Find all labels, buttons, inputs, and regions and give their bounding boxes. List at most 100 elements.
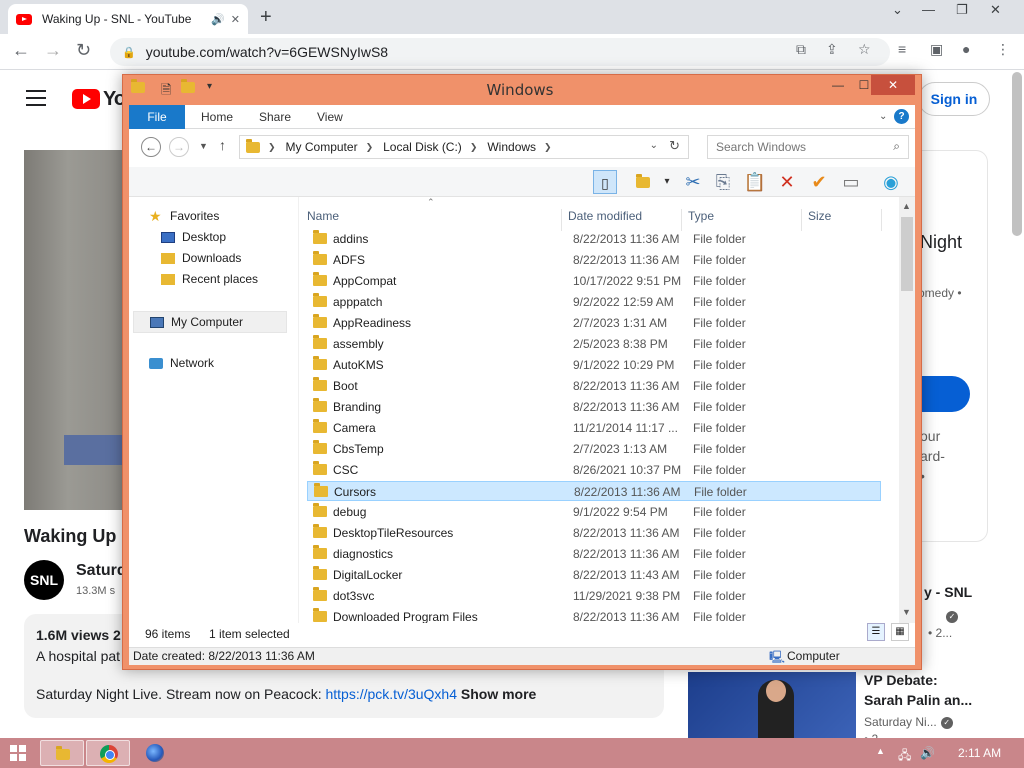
reload-icon[interactable]: ↻ [76, 40, 91, 61]
tab-file[interactable]: File [129, 105, 185, 129]
forward-icon[interactable]: → [44, 40, 62, 61]
details-view-icon[interactable]: ☰ [867, 623, 885, 641]
breadcrumb-my-computer[interactable]: My Computer [286, 140, 358, 154]
explorer-close-icon[interactable]: ✕ [871, 75, 915, 95]
youtube-logo-icon[interactable] [72, 89, 100, 109]
minimize-icon[interactable]: — [922, 2, 935, 17]
menu-kebab-icon[interactable]: ⋮ [996, 41, 1010, 58]
rename-check-icon[interactable]: ✔ [807, 170, 831, 194]
share-icon[interactable]: ⇪ [826, 41, 838, 58]
lock-icon[interactable]: 🔒 [122, 46, 136, 59]
related-video-thumbnail[interactable] [688, 672, 856, 742]
delete-icon[interactable]: ✕ [775, 170, 799, 194]
side-panel-icon[interactable]: ▣ [930, 41, 943, 58]
open-in-app-icon[interactable]: ⧉ [796, 41, 806, 58]
media-control-icon[interactable]: ≡ [898, 41, 906, 57]
file-row[interactable]: assembly 2/5/2023 8:38 PM File folder [307, 334, 881, 354]
file-row[interactable]: DigitalLocker 8/22/2013 11:43 AM File fold… [307, 565, 881, 585]
network-globe-icon[interactable]: ◉ [879, 170, 903, 194]
nav-recent-places[interactable]: Recent places [161, 272, 258, 286]
close-window-icon[interactable]: ✕ [990, 2, 1001, 18]
taskbar-firefox[interactable] [132, 740, 176, 766]
file-row[interactable]: DesktopTileResources 8/22/2013 11:36 AM Fi… [307, 523, 881, 543]
bookmark-star-icon[interactable]: ☆ [858, 41, 871, 58]
cut-icon[interactable]: ✂ [681, 170, 705, 194]
channel-name[interactable]: Saturd [76, 562, 127, 580]
restore-icon[interactable]: ❐ [956, 2, 968, 18]
peacock-link[interactable]: https://pck.tv/3uQxh4 [325, 686, 457, 702]
search-icon[interactable]: ⌕ [893, 139, 900, 154]
related-video-title[interactable]: VP Debate: Sarah Palin an... [864, 670, 972, 710]
scroll-down-icon[interactable]: ▼ [902, 607, 911, 617]
clock[interactable]: 2:11 AM [958, 746, 1001, 760]
properties-folder-icon[interactable] [631, 170, 655, 194]
address-bar[interactable]: 🔒 youtube.com/watch?v=6GEWSNyIwS8 [110, 38, 890, 66]
scroll-up-icon[interactable]: ▲ [902, 201, 911, 211]
paste-icon[interactable]: 📋 [743, 170, 767, 194]
taskbar-explorer[interactable] [40, 740, 84, 766]
hamburger-menu-icon[interactable] [26, 90, 46, 111]
file-row[interactable]: Boot 8/22/2013 11:36 AM File folder [307, 376, 881, 396]
nav-downloads[interactable]: Downloads [161, 251, 241, 265]
file-row[interactable]: CbsTemp 2/7/2023 1:13 AM File folder [307, 439, 881, 459]
refresh-icon[interactable]: ↻ [669, 138, 680, 154]
copy-icon[interactable]: ⎘ [711, 170, 735, 194]
column-date-modified[interactable]: Date modified [568, 209, 642, 223]
file-row[interactable]: apppatch 9/2/2022 12:59 AM File folder [307, 292, 881, 312]
related-video-title[interactable]: y - SNL [924, 584, 972, 600]
up-icon[interactable]: ↑ [219, 137, 226, 153]
column-size[interactable]: Size [808, 209, 831, 223]
breadcrumb-separator-icon[interactable]: ❯ [470, 142, 478, 153]
explorer-titlebar[interactable]: 🗎 ▾ Windows — ☐ ✕ [123, 75, 921, 105]
breadcrumb-separator-icon[interactable]: ❯ [268, 142, 276, 153]
file-row[interactable]: AppCompat 10/17/2022 9:51 PM File folder [307, 271, 881, 291]
new-window-icon[interactable]: ▭ [839, 170, 863, 194]
file-row[interactable]: dot3svc 11/29/2021 9:38 PM File folder [307, 586, 881, 606]
properties-dropdown-icon[interactable]: ▾ [655, 170, 679, 194]
tab-view[interactable]: View [317, 105, 343, 129]
address-dropdown-icon[interactable]: ⌄ [650, 140, 658, 151]
search-input[interactable]: Search Windows ⌕ [707, 135, 909, 159]
ribbon-expand-icon[interactable]: ⌄ [879, 105, 887, 129]
channel-avatar[interactable]: SNL [24, 560, 64, 600]
tray-expand-icon[interactable]: ▲ [876, 746, 885, 756]
tab-close-icon[interactable]: ✕ [231, 13, 240, 26]
recent-locations-icon[interactable]: ▼ [199, 141, 208, 151]
file-row[interactable]: CSC 8/26/2021 10:37 PM File folder [307, 460, 881, 480]
profile-icon[interactable]: ● [962, 41, 970, 57]
video-player[interactable] [24, 150, 134, 510]
taskbar-chrome[interactable] [86, 740, 130, 766]
scrollbar-thumb[interactable] [901, 217, 913, 291]
start-windows-icon[interactable] [10, 745, 26, 761]
tab-share[interactable]: Share [259, 105, 291, 129]
network-tray-icon[interactable]: 🖧 [898, 746, 911, 767]
nav-favorites[interactable]: ★ Favorites [149, 209, 219, 223]
file-row[interactable]: Branding 8/22/2013 11:36 AM File folder [307, 397, 881, 417]
tab-search-icon[interactable]: ⌄ [892, 2, 903, 18]
file-row[interactable]: AutoKMS 9/1/2022 10:29 PM File folder [307, 355, 881, 375]
file-row[interactable]: AppReadiness 2/7/2023 1:31 AM File folder [307, 313, 881, 333]
help-icon[interactable]: ? [894, 109, 909, 124]
file-row[interactable]: debug 9/1/2022 9:54 PM File folder [307, 502, 881, 522]
tab-home[interactable]: Home [201, 105, 233, 129]
audio-playing-icon[interactable]: 🔊 [211, 13, 225, 26]
browser-tab-youtube[interactable]: Waking Up - SNL - YouTube 🔊 ✕ [8, 4, 248, 34]
nav-network[interactable]: Network [149, 356, 214, 370]
show-more-button[interactable]: Show more [461, 686, 536, 702]
large-icons-view-icon[interactable]: ▦ [891, 623, 909, 641]
file-row[interactable]: ADFS 8/22/2013 11:36 AM File folder [307, 250, 881, 270]
file-row[interactable]: addins 8/22/2013 11:36 AM File folder [307, 229, 881, 249]
file-row[interactable]: diagnostics 8/22/2013 11:36 AM File folder [307, 544, 881, 564]
column-type[interactable]: Type [688, 209, 714, 223]
nav-my-computer[interactable]: My Computer [133, 311, 287, 333]
breadcrumb-local-disk[interactable]: Local Disk (C:) [383, 140, 462, 154]
file-row[interactable]: Cursors 8/22/2013 11:36 AM File folder [307, 481, 881, 501]
volume-icon[interactable]: 🔊 [920, 746, 935, 760]
nav-desktop[interactable]: Desktop [161, 230, 226, 244]
page-scrollbar[interactable] [1012, 72, 1022, 236]
breadcrumb-separator-icon[interactable]: ❯ [366, 142, 374, 153]
sign-in-button[interactable]: Sign in [918, 82, 990, 116]
address-bar[interactable]: ❯ My Computer ❯ Local Disk (C:) ❯ Window… [239, 135, 689, 159]
preview-pane-icon[interactable]: ▯ [593, 170, 617, 194]
forward-icon[interactable]: → [169, 137, 189, 157]
